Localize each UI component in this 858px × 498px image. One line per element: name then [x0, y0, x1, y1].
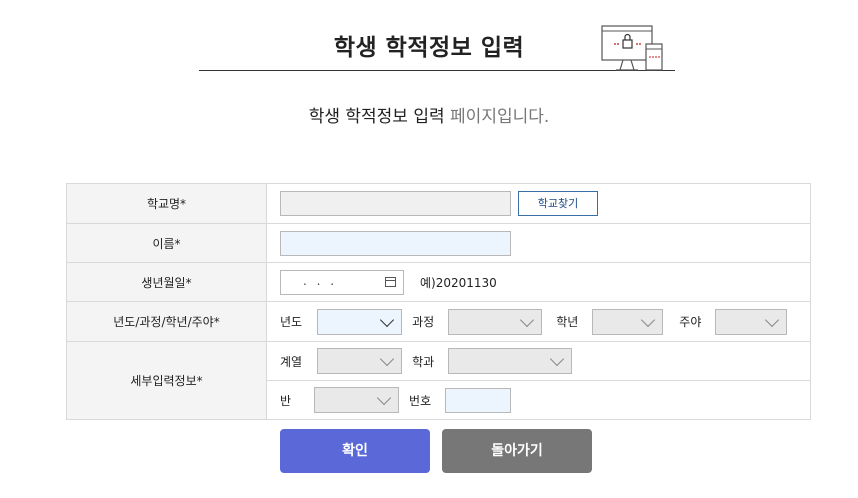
day-night-select[interactable] — [715, 308, 788, 335]
name-label: 이름* — [66, 223, 267, 263]
school-name-input[interactable] — [280, 191, 511, 216]
student-info-form: 학교명* 학교찾기 이름* 생년월일* . . . 예)20201130 년도/… — [66, 183, 811, 420]
year-label: 년도 — [280, 315, 303, 329]
chevron-down-icon — [520, 312, 535, 327]
course-select[interactable] — [448, 308, 543, 335]
chevron-down-icon — [641, 312, 656, 327]
page-subtitle: 학생 학적정보 입력 페이지입니다. — [0, 102, 858, 127]
class-label: 반 — [280, 393, 292, 408]
birth-date-hint: 예)20201130 — [420, 275, 497, 290]
department-select[interactable] — [448, 348, 573, 374]
detail-info-label: 세부입력정보* — [66, 341, 267, 420]
year-course-grade-label: 년도/과정/학년/주야* — [66, 301, 267, 342]
course-label: 과정 — [412, 315, 435, 329]
chevron-down-icon — [550, 351, 565, 367]
grade-label: 학년 — [556, 315, 579, 329]
class-select[interactable] — [314, 387, 400, 413]
chevron-down-icon — [380, 312, 395, 327]
birth-date-label: 생년월일* — [66, 262, 267, 302]
computer-lock-icon — [601, 25, 663, 71]
series-label: 계열 — [280, 354, 303, 369]
birth-date-input[interactable]: . . . — [280, 269, 404, 295]
back-button[interactable]: 돌아가기 — [442, 429, 592, 473]
grade-select[interactable] — [592, 308, 664, 335]
birth-date-placeholder: . . . — [303, 273, 338, 288]
series-select[interactable] — [317, 348, 403, 374]
chevron-down-icon — [376, 390, 392, 406]
chevron-down-icon — [765, 312, 780, 327]
subtitle-suffix: 페이지입니다. — [444, 107, 550, 127]
school-name-label: 학교명* — [66, 183, 267, 224]
day-night-label: 주야 — [679, 315, 702, 329]
name-input[interactable] — [280, 230, 511, 256]
department-label: 학과 — [412, 354, 435, 369]
confirm-button[interactable]: 확인 — [280, 429, 430, 473]
subtitle-main: 학생 학적정보 입력 — [308, 107, 445, 127]
page-title: 학생 학적정보 입력 — [333, 35, 525, 61]
student-number-input[interactable] — [445, 387, 512, 413]
number-label: 번호 — [409, 393, 432, 408]
find-school-button[interactable]: 학교찾기 — [518, 191, 598, 216]
chevron-down-icon — [380, 351, 395, 367]
calendar-icon[interactable] — [385, 276, 396, 287]
year-select[interactable] — [317, 308, 403, 335]
